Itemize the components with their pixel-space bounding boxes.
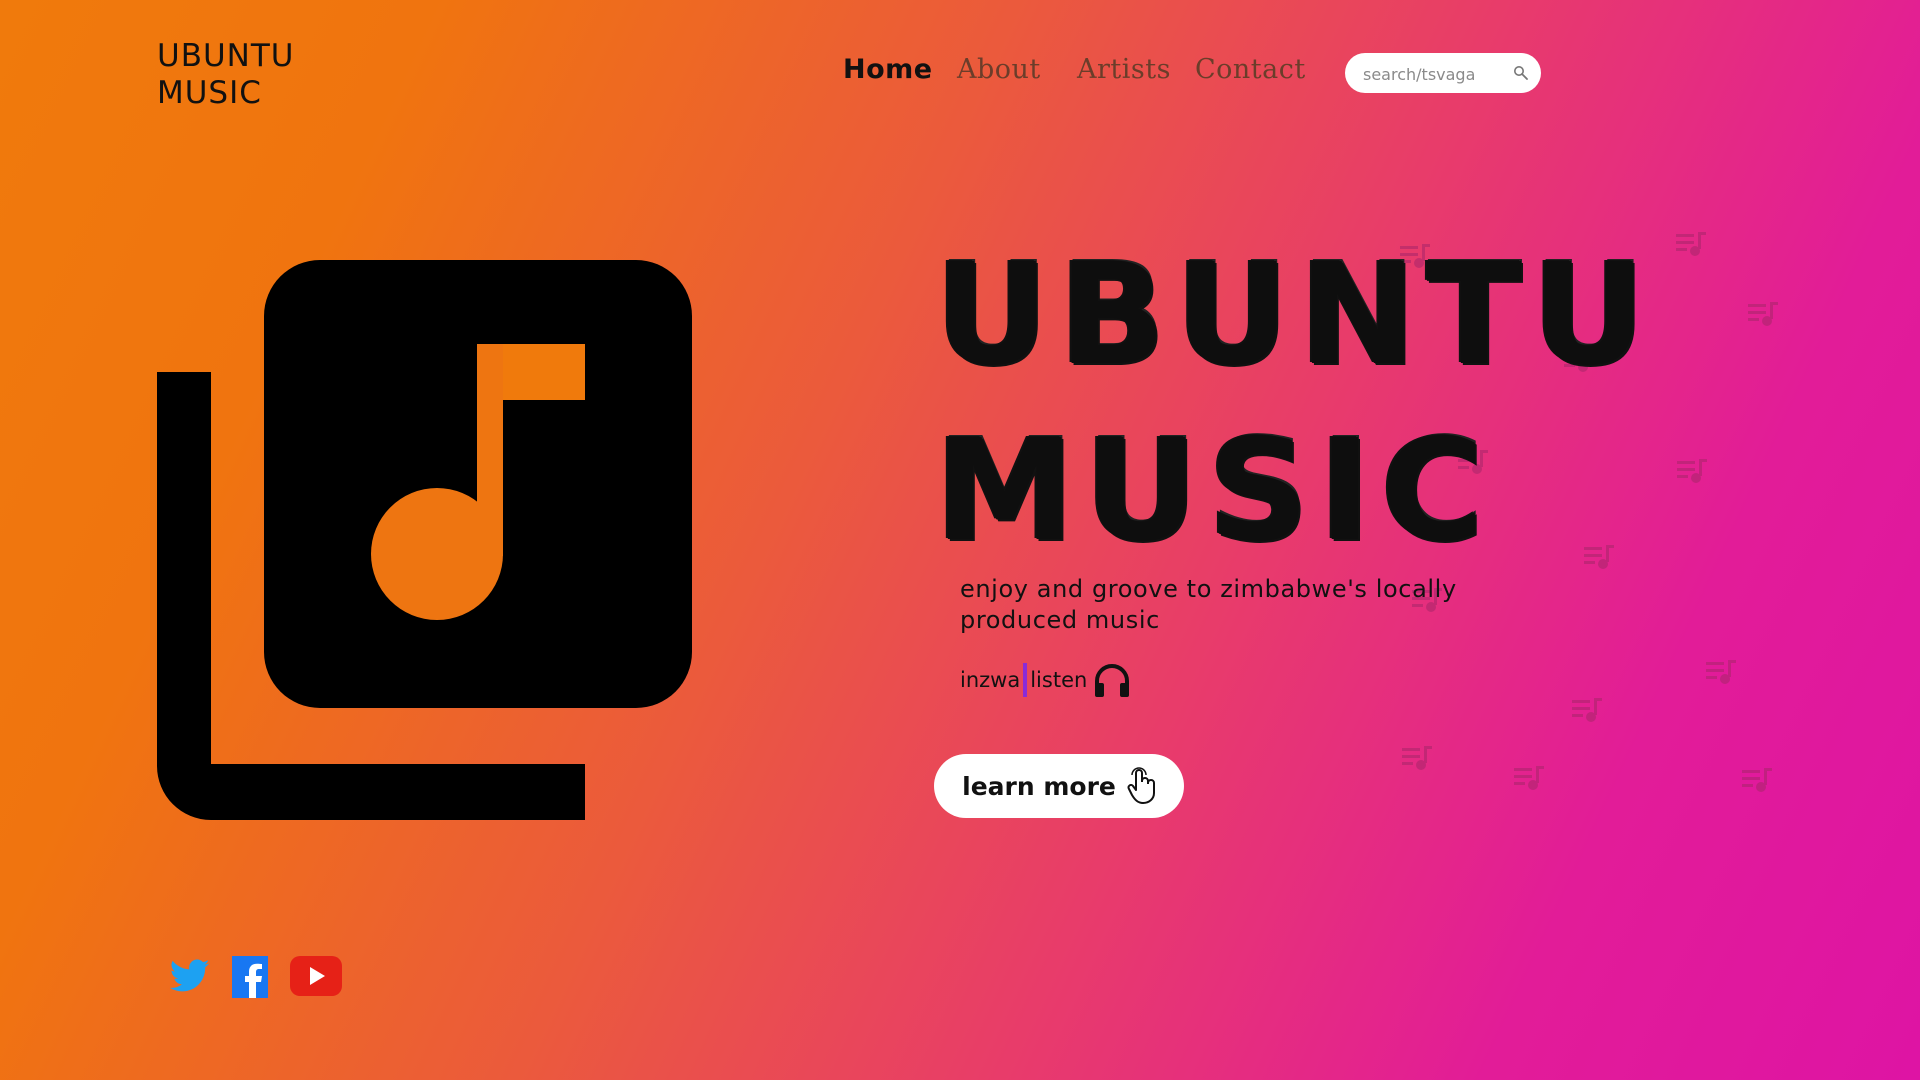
logo-line-2: MUSIC: [157, 75, 262, 111]
playlist-note-icon: [1514, 766, 1544, 790]
listen-word-shona: inzwa: [960, 668, 1021, 692]
learn-more-button[interactable]: learn more: [934, 754, 1184, 818]
listen-word-english: listen: [1030, 668, 1088, 692]
text-cursor: [1023, 663, 1028, 697]
youtube-icon: [290, 956, 342, 996]
logo-line-1: UBUNTU: [157, 38, 295, 74]
playlist-note-icon: [1572, 698, 1602, 722]
playlist-note-icon: [1676, 232, 1706, 256]
playlist-note-icon: [1742, 768, 1772, 792]
hero-title: UBUNTU MUSIC: [935, 228, 1655, 580]
nav-item-about[interactable]: About: [957, 54, 1041, 85]
facebook-link[interactable]: [232, 956, 268, 1002]
twitter-icon: [169, 959, 210, 992]
facebook-icon: [232, 956, 268, 998]
nav-item-artists[interactable]: Artists: [1077, 54, 1171, 85]
headphones-icon: [1095, 664, 1130, 697]
twitter-link[interactable]: [169, 958, 210, 998]
listen-row: inzwa listen: [960, 662, 1131, 698]
playlist-note-icon: [1706, 660, 1736, 684]
search-box: [1345, 53, 1541, 93]
hero-tagline: enjoy and groove to zimbabwe's locally p…: [960, 575, 1457, 634]
playlist-note-icon: [1677, 459, 1707, 483]
playlist-note-icon: [1748, 302, 1778, 326]
music-library-icon: [157, 260, 692, 820]
youtube-link[interactable]: [290, 954, 342, 1002]
learn-more-label: learn more: [962, 771, 1116, 801]
nav-item-home[interactable]: Home: [843, 54, 933, 85]
hero-title-line-2: MUSIC: [935, 410, 1494, 573]
site-logo[interactable]: UBUNTU MUSIC: [157, 38, 294, 112]
nav-item-contact[interactable]: Contact: [1195, 54, 1306, 85]
search-icon[interactable]: [1513, 65, 1529, 81]
search-input[interactable]: [1361, 60, 1505, 88]
pointer-hand-icon: [1127, 767, 1155, 804]
hero-title-line-1: UBUNTU: [935, 234, 1656, 397]
playlist-note-icon: [1402, 746, 1432, 770]
